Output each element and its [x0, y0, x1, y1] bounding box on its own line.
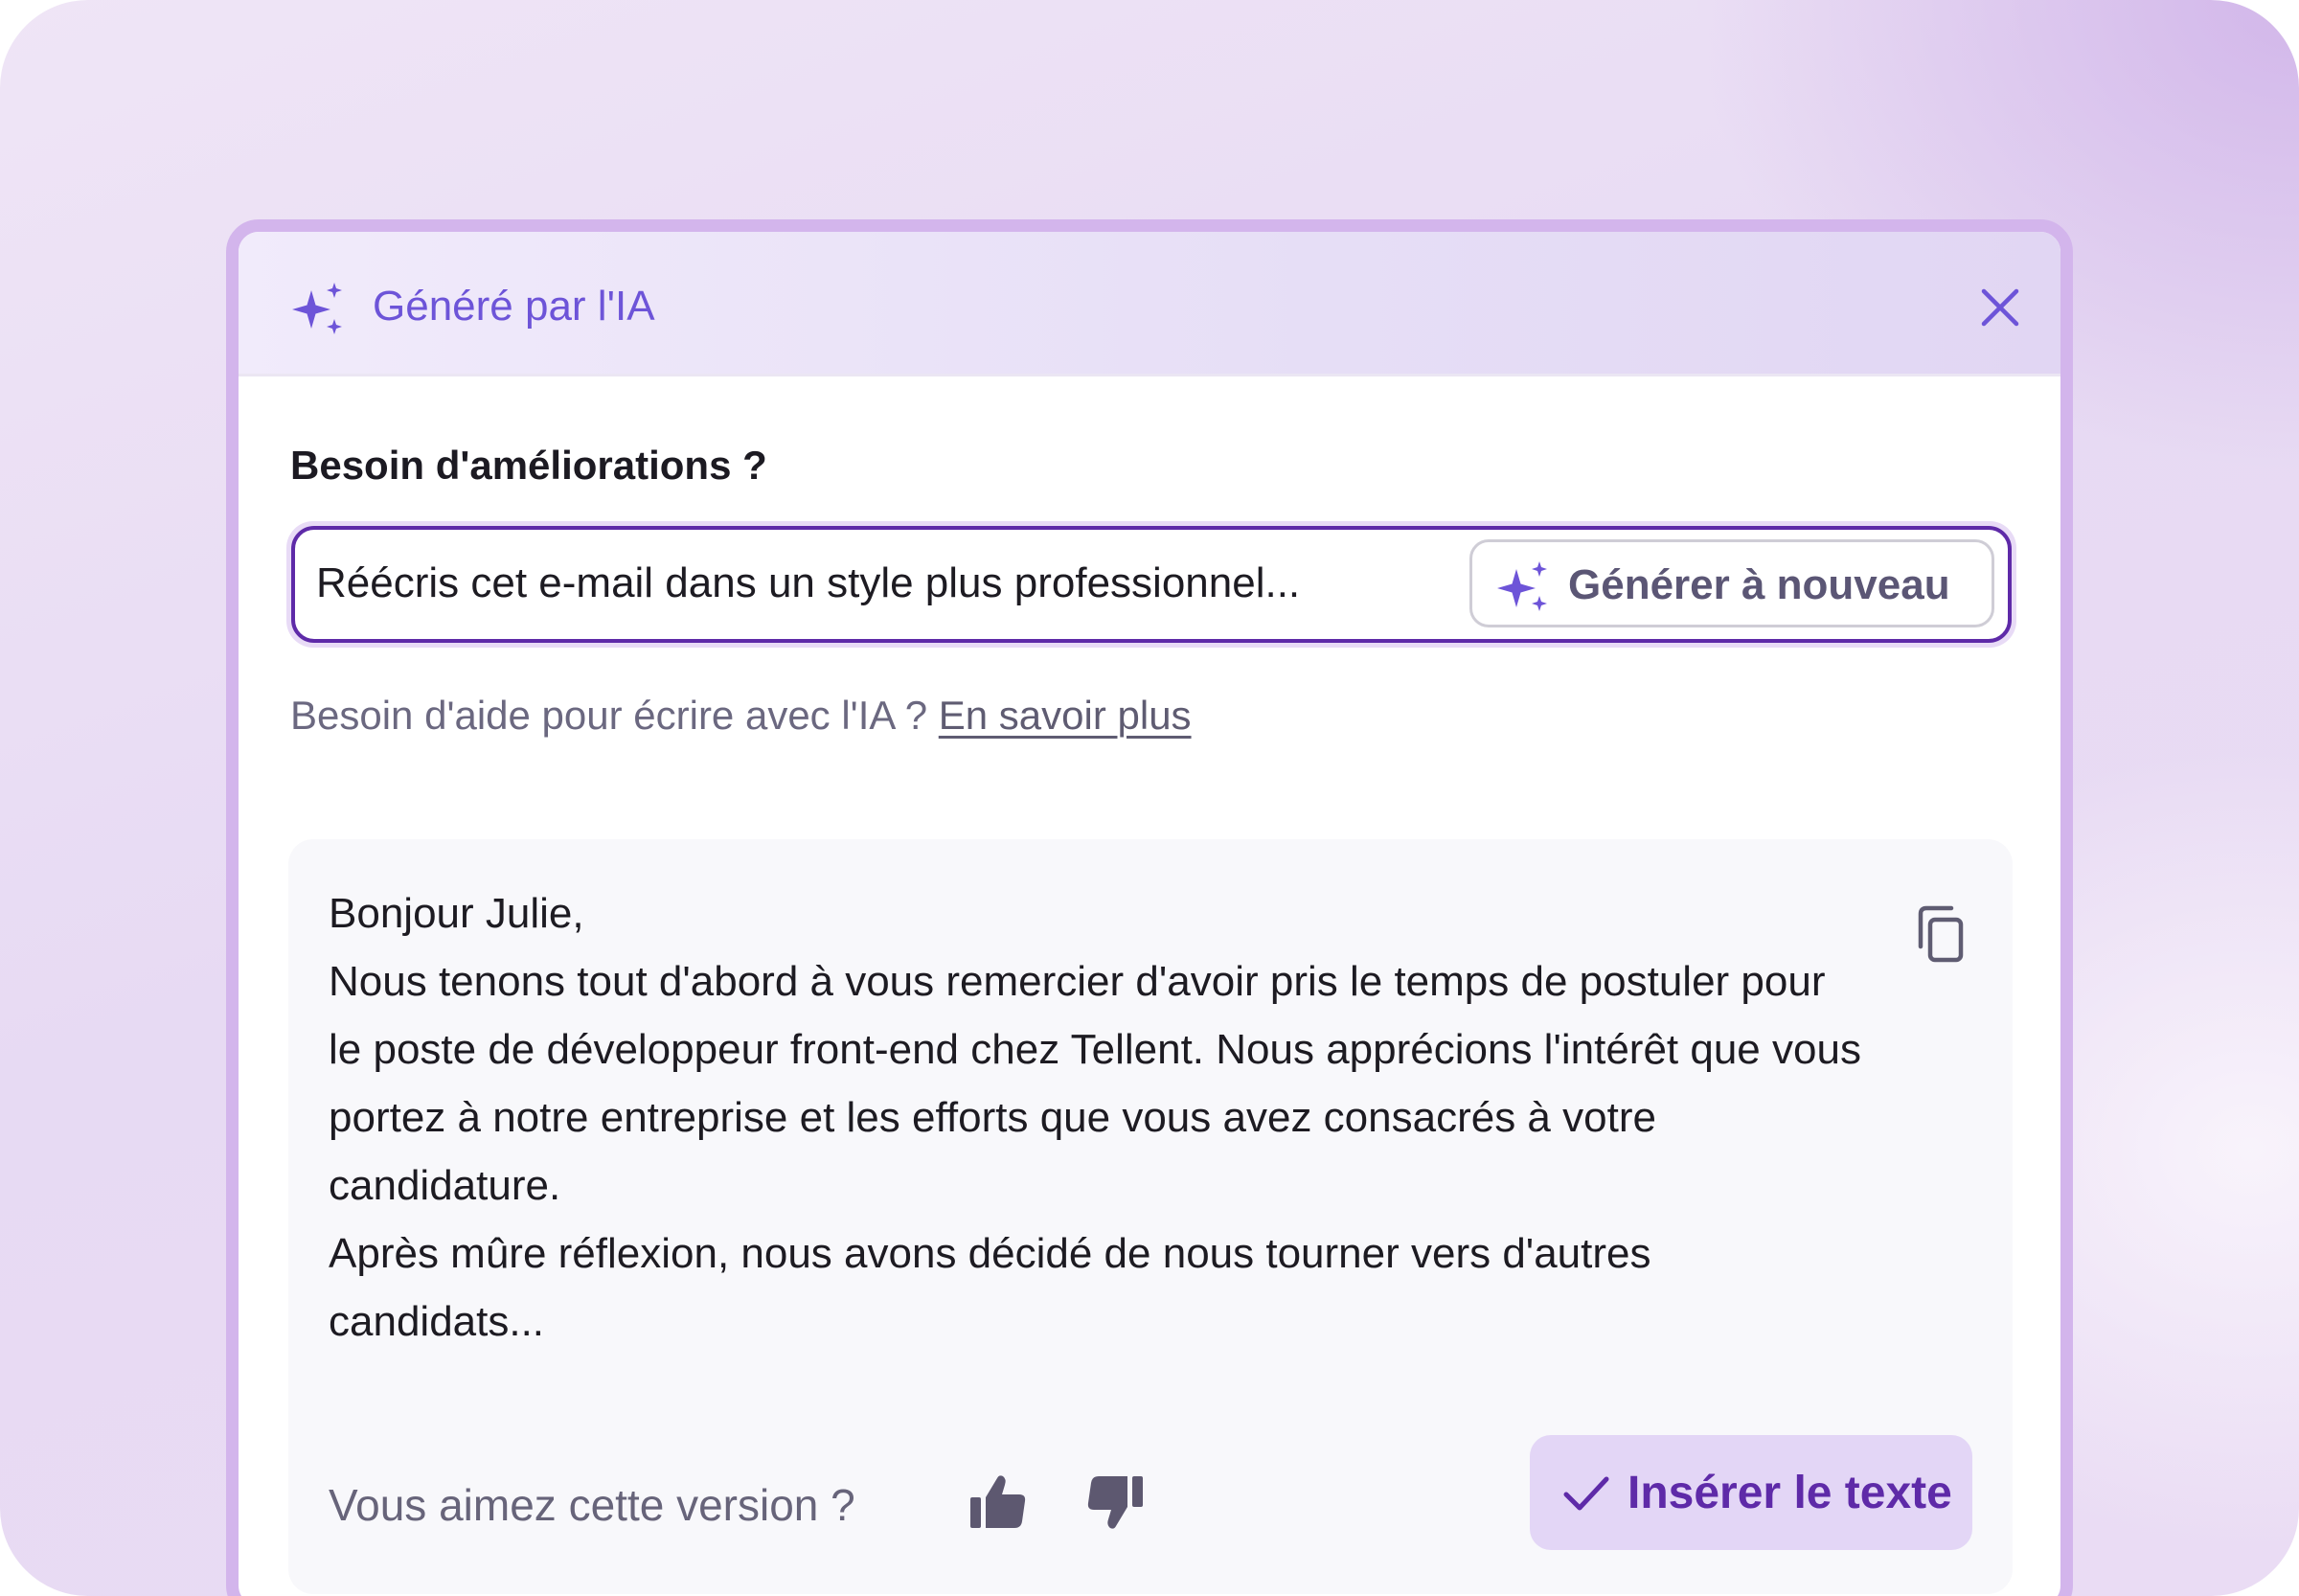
- improve-label: Besoin d'améliorations ?: [290, 443, 767, 488]
- check-icon: [1562, 1471, 1610, 1516]
- copy-icon[interactable]: [1915, 904, 1970, 968]
- dialog-title: Généré par l'IA: [373, 283, 655, 330]
- learn-more-link[interactable]: En savoir plus: [939, 693, 1192, 738]
- sparkles-icon: [1495, 559, 1553, 615]
- feedback-label: Vous aimez cette version ?: [329, 1480, 855, 1530]
- insert-text-label: Insérer le texte: [1628, 1468, 1952, 1518]
- insert-text-button[interactable]: Insérer le texte: [1530, 1435, 1972, 1550]
- result-paragraph: Bonjour Julie,: [329, 890, 584, 937]
- close-icon[interactable]: [1978, 285, 2022, 330]
- regenerate-button[interactable]: Générer à nouveau: [1469, 539, 1994, 627]
- generated-text: Bonjour Julie, Nous tenons tout d'abord …: [329, 879, 1861, 1356]
- prompt-box: Générer à nouveau: [291, 526, 2012, 643]
- result-paragraph: Nous tenons tout d'abord à vous remercie…: [329, 958, 1861, 1209]
- help-text: Besoin d'aide pour écrire avec l'IA ?: [290, 693, 939, 738]
- sparkles-icon: [290, 281, 348, 338]
- thumbs-up-icon[interactable]: [967, 1471, 1030, 1534]
- thumbs-down-icon[interactable]: [1083, 1471, 1147, 1534]
- help-line: Besoin d'aide pour écrire avec l'IA ? En…: [290, 690, 1192, 741]
- prompt-input[interactable]: [316, 557, 1418, 610]
- prompt-focus-ring: Générer à nouveau: [286, 521, 2016, 648]
- result-paragraph: Après mûre réflexion, nous avons décidé …: [329, 1230, 1651, 1345]
- result-card: Bonjour Julie, Nous tenons tout d'abord …: [288, 839, 2013, 1594]
- regenerate-label: Générer à nouveau: [1568, 561, 1950, 608]
- background: Généré par l'IA Besoin d'améliorations ?: [0, 0, 2299, 1596]
- dialog-header: Généré par l'IA: [239, 232, 2060, 376]
- ai-dialog: Généré par l'IA Besoin d'améliorations ?: [226, 219, 2073, 1596]
